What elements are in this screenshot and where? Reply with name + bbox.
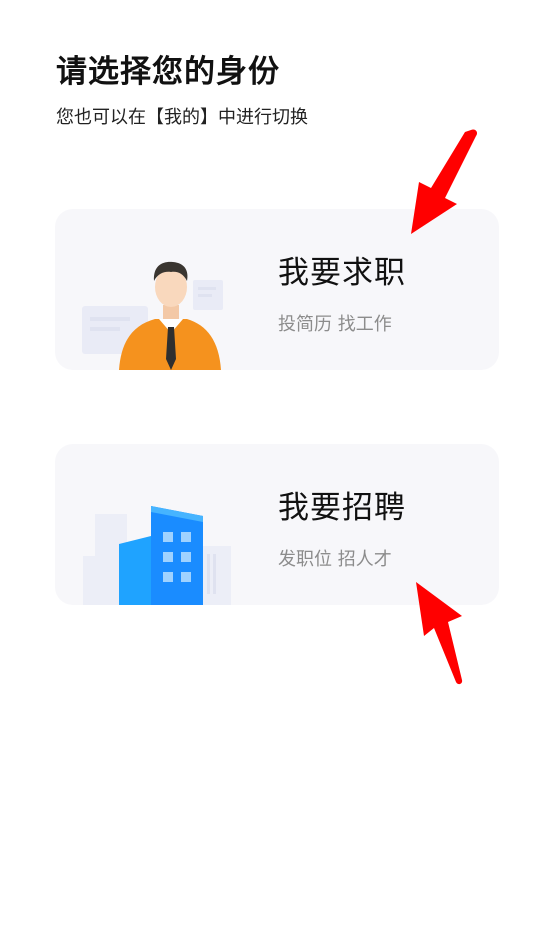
job-seeker-title: 我要求职 bbox=[278, 255, 406, 291]
page-title: 请选择您的身份 bbox=[56, 54, 280, 90]
recruiter-title: 我要招聘 bbox=[278, 490, 406, 526]
building-illustration bbox=[83, 506, 231, 605]
red-arrow-icon bbox=[411, 129, 478, 234]
job-seeker-illustration bbox=[82, 261, 223, 370]
red-arrow-icon bbox=[416, 582, 463, 685]
page-subtitle: 您也可以在【我的】中进行切换 bbox=[56, 107, 308, 128]
recruiter-subtitle: 发职位 招人才 bbox=[278, 549, 392, 570]
job-seeker-subtitle: 投简历 找工作 bbox=[278, 314, 392, 335]
